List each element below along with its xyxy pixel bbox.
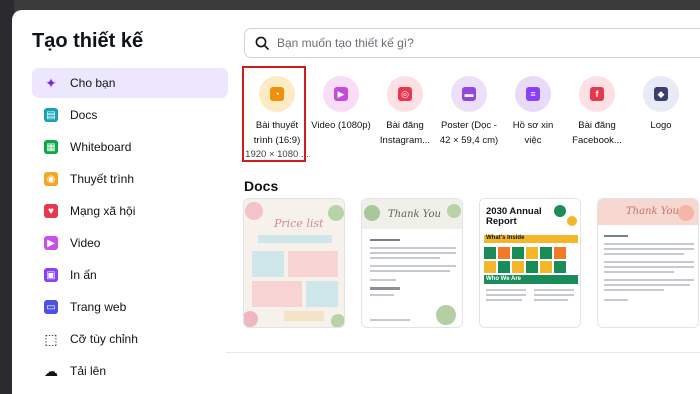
template-card-thank-you-letter[interactable]: Thank You [597,198,699,328]
design-type-icon-circle: ◆ [643,76,679,112]
facebook-icon: f [590,87,604,101]
annual-report-who-we-are: Who We Are [486,276,522,282]
sidebar-item-1[interactable]: ▤ Docs [32,100,228,130]
annual-report-whats-inside: What's Inside [486,235,525,241]
design-type-label: Hồ sơ xin [512,120,554,131]
sidebar-item-label: Cỡ tùy chỉnh [70,332,138,346]
thank-you-doc-title: Thank You [388,209,441,220]
resume-icon: ≡ [526,87,540,101]
sidebar-item-label: Mạng xã hội [70,204,136,218]
docs-icon: ▤ [44,108,58,122]
sidebar-item-0[interactable]: ✦ Cho bạn [32,68,228,98]
sidebar-item-2[interactable]: ▦ Whiteboard [32,132,228,162]
design-type-1[interactable]: ▶ Video (1080p) [306,70,376,133]
sidebar-item-9[interactable]: ☁ Tải lên [32,356,228,386]
whiteboard-icon: ▦ [44,140,58,154]
sidebar-item-label: Cho bạn [70,76,116,90]
design-type-icon-circle: ≡ [515,76,551,112]
sidebar-item-3[interactable]: ◉ Thuyết trình [32,164,228,194]
design-type-4[interactable]: ≡ Hồ sơ xin việc [498,70,568,148]
template-card-thank-you-doc[interactable]: Thank You [361,198,463,328]
design-type-icon-circle: ▬ [451,76,487,112]
modal-title: Tạo thiết kế [32,30,144,52]
price-list-title: Price list [274,217,324,230]
template-card-price-list[interactable]: Price list [243,198,345,328]
design-type-label-line2: việc [524,135,542,146]
video-icon: ▶ [44,236,58,250]
sidebar-item-label: Trang web [70,300,127,314]
search-bar[interactable] [244,28,700,58]
thank-you-letter-thumbnail [598,199,698,327]
upload-cloud-icon: ☁ [44,362,58,379]
website-icon: ▭ [44,300,58,314]
sidebar-item-5[interactable]: ▶ Video [32,228,228,258]
docs-template-row: Price list Thank You 2030 Annual Report … [243,198,700,328]
design-type-0[interactable]: ◔ Bài thuyết trình (16:9) 1920 × 1080 ... [242,66,312,162]
design-type-label: Logo [650,120,672,131]
sidebar-item-8[interactable]: ⬚ Cỡ tùy chỉnh [32,324,228,354]
logo-shapes-icon: ◆ [654,87,668,101]
presentation-icon: ◉ [44,172,58,186]
template-card-annual-report[interactable]: 2030 Annual Report What's Inside Who We … [479,198,581,328]
sidebar-item-label: Docs [70,108,98,122]
design-type-label: Video (1080p) [311,120,371,131]
design-type-row: ◔ Bài thuyết trình (16:9) 1920 × 1080 ... ▶ V… [242,66,700,170]
sidebar-item-4[interactable]: ♥ Mạng xã hội [32,196,228,226]
video-icon: ▶ [334,87,348,101]
heart-icon: ♥ [44,204,58,218]
annual-report-title: 2030 Annual Report [486,206,542,227]
design-type-label: Bài đăng [386,120,424,131]
custom-size-icon: ⬚ [44,330,58,347]
search-input[interactable] [277,36,657,50]
section-divider [226,352,700,353]
design-type-icon-circle: ▶ [323,76,359,112]
design-type-label-line2: 42 × 59,4 cm) [439,135,499,146]
sidebar-item-label: Tải lên [70,364,107,378]
sidebar-item-6[interactable]: ▣ In ấn [32,260,228,290]
design-type-6[interactable]: ◆ Logo [626,70,696,133]
design-type-label: Bài đăng [578,120,616,131]
instagram-icon: ◎ [398,87,412,101]
design-type-label-line2: Instagram... [379,135,431,146]
sidebar-item-label: Video [70,236,101,250]
sidebar-item-label: In ấn [70,268,97,282]
selection-highlight [242,66,306,162]
poster-icon: ▬ [462,87,476,101]
design-type-label: Poster (Dọc - [441,120,497,131]
sparkle-icon: ✦ [45,74,57,91]
design-type-3[interactable]: ▬ Poster (Dọc - 42 × 59,4 cm) [434,70,504,148]
sidebar-item-label: Whiteboard [70,140,132,154]
design-type-icon-circle: f [579,76,615,112]
print-icon: ▣ [44,268,58,282]
design-type-icon-circle: ◎ [387,76,423,112]
sidebar-item-7[interactable]: ▭ Trang web [32,292,228,322]
design-type-label-line2: Facebook... [572,135,622,146]
thank-you-letter-title: Thank You [626,206,679,217]
design-type-5[interactable]: f Bài đăng Facebook... [562,70,632,148]
sidebar: ✦ Cho bạn ▤ Docs ▦ Whiteboard ◉ Thuyết trình ♥ Mạ… [32,68,228,388]
create-design-modal: Tạo thiết kế ✦ Cho bạn ▤ Docs ▦ Whiteboard ◉ Th… [12,10,700,394]
design-type-2[interactable]: ◎ Bài đăng Instagram... [370,70,440,148]
sidebar-item-label: Thuyết trình [70,172,135,186]
search-icon [255,36,269,50]
docs-section-title: Docs [244,178,279,194]
